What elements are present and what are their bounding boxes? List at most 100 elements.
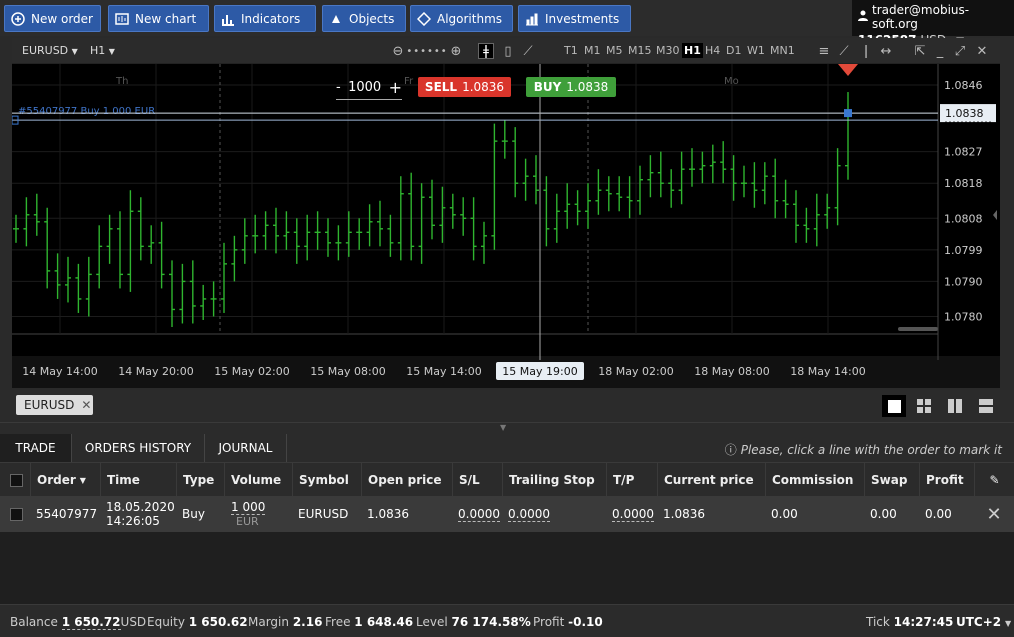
balance-currency: USD bbox=[120, 615, 147, 629]
detach-window-icon[interactable]: ⇱ bbox=[912, 43, 928, 59]
indicators-button[interactable]: Indicators bbox=[214, 5, 316, 32]
tab-orders-history[interactable]: ORDERS HISTORY bbox=[72, 434, 205, 462]
order-volume-value[interactable]: 1 000 bbox=[231, 500, 266, 515]
buy-button[interactable]: BUY 1.0838 bbox=[526, 77, 616, 97]
minimize-icon[interactable]: _ bbox=[932, 43, 948, 59]
timeframe-m5[interactable]: M5 bbox=[604, 43, 625, 58]
zoom-slider[interactable]: •••••• bbox=[406, 43, 446, 59]
order-profit: 0.00 bbox=[925, 507, 952, 521]
col-trailing-stop[interactable]: Trailing Stop bbox=[502, 463, 606, 497]
close-order-icon[interactable]: ✕ bbox=[974, 496, 1014, 532]
quantity-stepper[interactable]: - 1000 + bbox=[336, 76, 402, 100]
tab-journal[interactable]: JOURNAL bbox=[205, 434, 287, 462]
profit-label: Profit bbox=[533, 615, 565, 629]
order-tp[interactable]: 0.0000 bbox=[606, 496, 657, 532]
chart-toolbar: EURUSD ▼ H1 ▼ ⊖ •••••• ⊕ ǂ ▯ ⟋ T1 M1 M5 M15… bbox=[12, 38, 1000, 64]
line-type-icon[interactable]: ⟋ bbox=[520, 43, 536, 59]
timeframe-mn1[interactable]: MN1 bbox=[768, 43, 797, 58]
timeframe-d1[interactable]: D1 bbox=[724, 43, 743, 58]
close-tab-icon[interactable]: ✕ bbox=[81, 398, 91, 412]
new-chart-button[interactable]: New chart bbox=[108, 5, 209, 32]
symbol-selector[interactable]: EURUSD ▼ bbox=[22, 44, 78, 57]
zoom-out-icon[interactable]: ⊖ bbox=[390, 43, 406, 59]
grid-layout-icon bbox=[917, 399, 931, 413]
timezone-selector[interactable]: UTC+2 ▼ bbox=[956, 615, 1011, 629]
col-type[interactable]: Type bbox=[176, 463, 224, 497]
indicator-list-icon[interactable]: ≡ bbox=[816, 43, 832, 59]
margin-status: Margin 2.16 bbox=[248, 615, 322, 629]
order-volume[interactable]: 1 000 EUR bbox=[224, 496, 292, 532]
col-commission[interactable]: Commission bbox=[765, 463, 864, 497]
row-checkbox-cell[interactable] bbox=[0, 496, 30, 532]
zoom-in-icon[interactable]: ⊕ bbox=[448, 43, 464, 59]
col-symbol[interactable]: Symbol bbox=[292, 463, 361, 497]
margin-label: Margin bbox=[248, 615, 289, 629]
status-bar: Balance 1 650.72USD Equity 1 650.62 Marg… bbox=[0, 604, 1014, 637]
col-time[interactable]: Time bbox=[100, 463, 176, 497]
row-checkbox[interactable] bbox=[10, 507, 23, 521]
col-swap[interactable]: Swap bbox=[864, 463, 919, 497]
order-sl[interactable]: 0.0000 bbox=[452, 496, 502, 532]
level-value: 76 174.58% bbox=[451, 615, 531, 629]
price-tick-label: 1.0780 bbox=[944, 310, 983, 323]
horizontal-scrollbar[interactable] bbox=[898, 327, 938, 331]
vertical-layout-button[interactable] bbox=[943, 395, 967, 417]
edit-columns-button[interactable]: ✎ bbox=[974, 463, 1014, 497]
col-current-price[interactable]: Current price bbox=[657, 463, 765, 497]
col-open-price[interactable]: Open price bbox=[361, 463, 452, 497]
level-status: Level 76 174.58% bbox=[416, 615, 531, 629]
time-tick-label: 15 May 14:00 bbox=[406, 365, 481, 378]
buy-label: BUY bbox=[533, 80, 562, 94]
checkbox[interactable] bbox=[10, 473, 23, 487]
single-layout-button[interactable] bbox=[882, 395, 906, 417]
order-tp-value[interactable]: 0.0000 bbox=[612, 507, 654, 522]
increase-qty-button[interactable]: + bbox=[389, 78, 402, 97]
timeframe-h4[interactable]: H4 bbox=[703, 43, 722, 58]
tab-trade[interactable]: TRADE bbox=[0, 434, 72, 462]
timeframe-t1[interactable]: T1 bbox=[562, 43, 580, 58]
timeframe-w1[interactable]: W1 bbox=[745, 43, 767, 58]
bar-chart-icon bbox=[221, 12, 235, 26]
quantity-value[interactable]: 1000 bbox=[348, 80, 381, 95]
grid-layout-button[interactable] bbox=[912, 395, 936, 417]
candle-type-icon[interactable]: ▯ bbox=[500, 43, 516, 59]
objects-button[interactable]: Objects bbox=[322, 5, 406, 32]
new-order-button[interactable]: New order bbox=[4, 5, 101, 32]
col-profit[interactable]: Profit bbox=[919, 463, 974, 497]
price-chart[interactable]: 1.0846 1.0827 1.0818 1.0808 1.0799 1.0790 1.07… bbox=[12, 64, 1000, 388]
panel-splitter[interactable]: ▼ bbox=[0, 422, 1014, 434]
close-chart-icon[interactable]: ✕ bbox=[974, 43, 990, 59]
trend-line-icon[interactable]: ⟋ bbox=[836, 43, 852, 59]
chart-tab-label: EURUSD bbox=[24, 398, 75, 412]
investments-button[interactable]: Investments bbox=[518, 5, 631, 32]
vertical-line-icon[interactable]: ǀ bbox=[858, 43, 874, 59]
timeframe-h1[interactable]: H1 bbox=[682, 43, 703, 58]
maximize-icon[interactable]: ⤢ bbox=[952, 43, 968, 59]
algorithms-button[interactable]: Algorithms bbox=[410, 5, 513, 32]
order-trailing-stop[interactable]: 0.0000 bbox=[502, 496, 606, 532]
timeframe-label: H1 bbox=[90, 44, 106, 57]
order-trailing-stop-value[interactable]: 0.0000 bbox=[508, 507, 550, 522]
table-row[interactable]: 55407977 18.05.2020 14:26:05 Buy 1 000 E… bbox=[0, 496, 1014, 532]
timeframe-m1[interactable]: M1 bbox=[582, 43, 603, 58]
order-sl-value[interactable]: 0.0000 bbox=[458, 507, 500, 522]
equity-label: Equity bbox=[147, 615, 185, 629]
tick-time: 14:27:45 bbox=[893, 615, 954, 629]
account-panel[interactable]: trader@mobius-soft.org 1162587USD ▼ bbox=[852, 0, 1014, 47]
select-all-checkbox[interactable] bbox=[0, 463, 30, 497]
balance-value[interactable]: 1 650.72 bbox=[61, 615, 121, 630]
horizontal-line-icon[interactable]: ↔ bbox=[878, 43, 894, 59]
decrease-qty-button[interactable]: - bbox=[336, 80, 341, 95]
sell-button[interactable]: SELL 1.0836 bbox=[418, 77, 511, 97]
col-volume[interactable]: Volume bbox=[224, 463, 292, 497]
timeframe-m30[interactable]: M30 bbox=[654, 43, 682, 58]
balance-label: Balance bbox=[10, 615, 58, 629]
col-sl[interactable]: S/L bbox=[452, 463, 502, 497]
horizontal-layout-button[interactable] bbox=[974, 395, 998, 417]
col-tp[interactable]: T/P bbox=[606, 463, 657, 497]
timeframe-selector[interactable]: H1 ▼ bbox=[90, 44, 115, 57]
timeframe-m15[interactable]: M15 bbox=[626, 43, 654, 58]
col-order[interactable]: Order ▼ bbox=[30, 463, 100, 497]
chart-tab-eurusd[interactable]: EURUSD ✕ bbox=[16, 395, 93, 415]
bar-type-icon[interactable]: ǂ bbox=[478, 43, 494, 59]
